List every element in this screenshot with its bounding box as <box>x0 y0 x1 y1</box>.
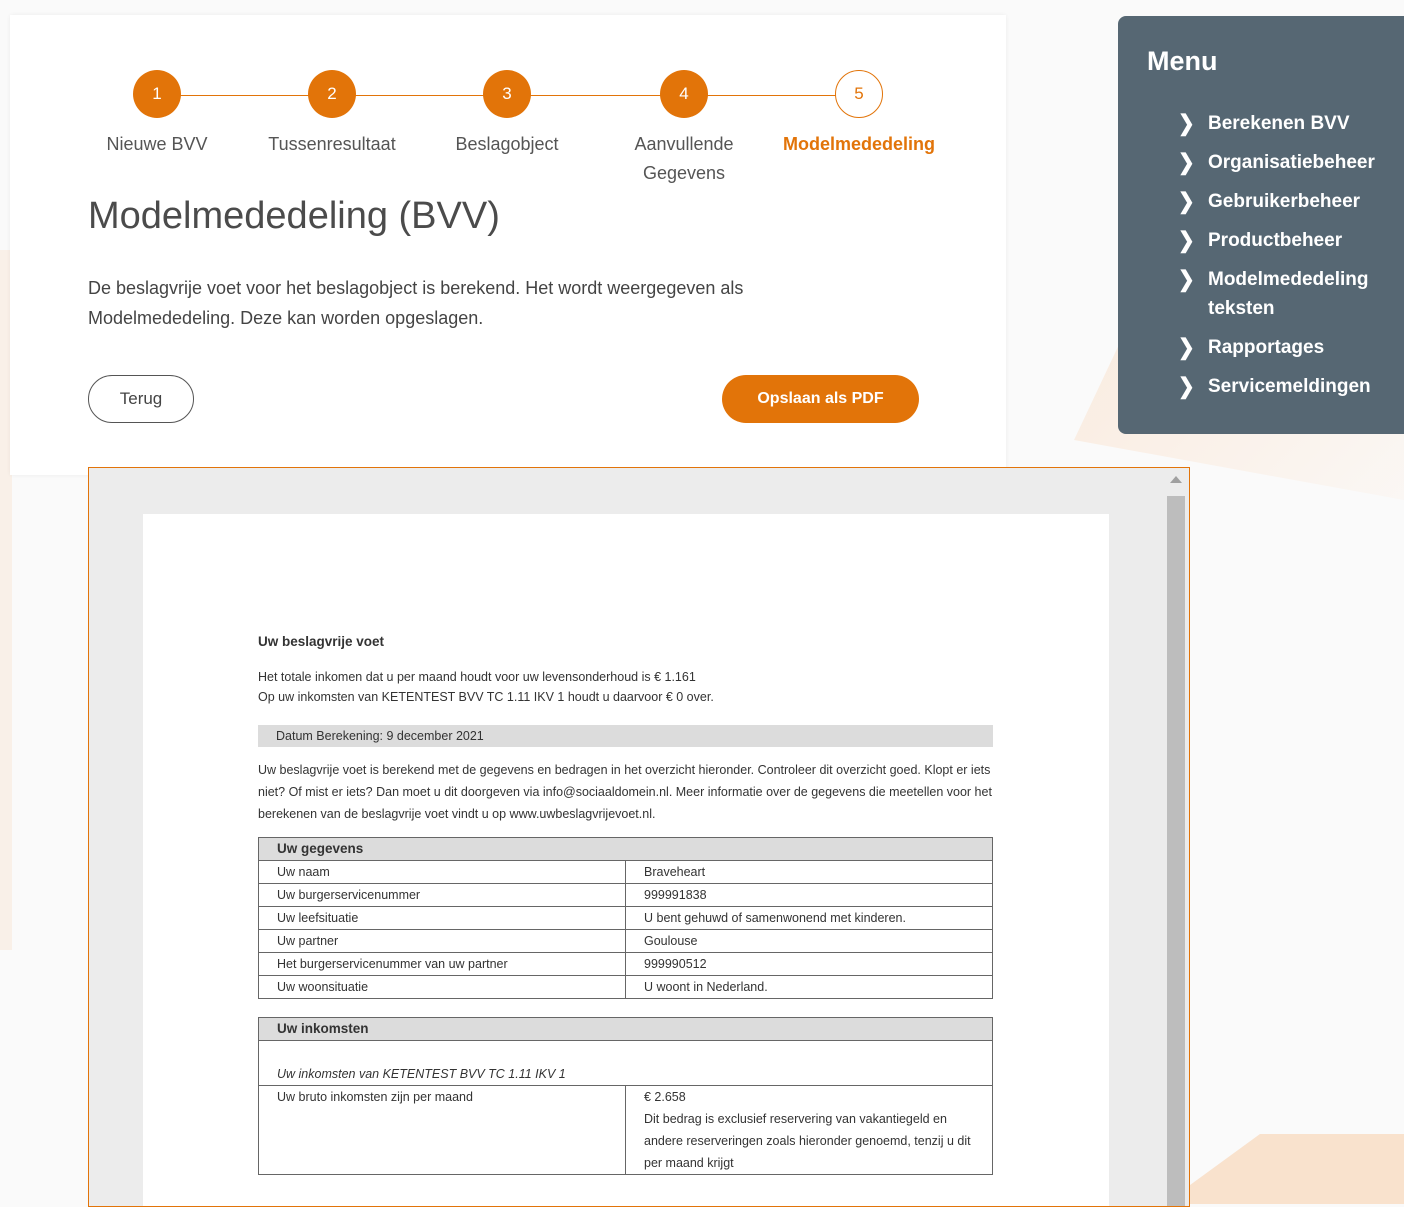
bruto-note: Dit bedrag is exclusief reservering van … <box>644 1112 971 1170</box>
scrollbar[interactable] <box>1165 468 1187 1206</box>
table-row: Uw partner Goulouse <box>258 929 993 953</box>
step-label: Nieuwe BVV <box>106 134 208 154</box>
step-number: 3 <box>483 70 531 118</box>
menu-list: ❯ Berekenen BVV ❯ Organisatiebeheer ❯ Gebru… <box>1178 109 1388 411</box>
row-value: Goulouse <box>625 929 993 953</box>
pdf-page: Uw beslagvrije voet Het totale inkomen d… <box>143 514 1109 1206</box>
page-title: Modelmededeling (BVV) <box>88 195 500 237</box>
step-2[interactable]: 2 Tussenresultaat <box>242 70 422 159</box>
menu-item-modelmededeling-teksten[interactable]: ❯ Modelmededeling teksten <box>1178 265 1388 323</box>
step-number: 2 <box>308 70 356 118</box>
step-5[interactable]: 5 Modelmededeling <box>769 70 949 159</box>
menu-item-productbeheer[interactable]: ❯ Productbeheer <box>1178 226 1388 255</box>
intro-text: De beslagvrije voet voor het beslagobjec… <box>88 278 744 328</box>
chevron-right-icon: ❯ <box>1178 228 1195 254</box>
table-row: Uw leefsituatie U bent gehuwd of samenwon… <box>258 906 993 930</box>
chevron-right-icon: ❯ <box>1178 267 1195 293</box>
step-number: 5 <box>835 70 883 118</box>
table-subheader: Uw inkomsten van KETENTEST BVV TC 1.11 I… <box>258 1040 993 1086</box>
save-pdf-button[interactable]: Opslaan als PDF <box>722 375 919 423</box>
menu-item-label: Rapportages <box>1208 337 1325 358</box>
row-value: Braveheart <box>625 860 993 884</box>
document-heading: Uw beslagvrije voet <box>258 634 385 649</box>
inkomsten-table: Uw inkomsten Uw inkomsten van KETENTEST … <box>258 1017 993 1175</box>
row-value: U woont in Nederland. <box>625 975 993 999</box>
document-remaining-line: Op uw inkomsten van KETENTEST BVV TC 1.1… <box>258 690 714 704</box>
menu-item-servicemeldingen[interactable]: ❯ Servicemeldingen <box>1178 372 1388 401</box>
step-number: 4 <box>660 70 708 118</box>
menu-item-label: Gebruikerbeheer <box>1208 191 1361 212</box>
menu-item-rapportages[interactable]: ❯ Rapportages <box>1178 333 1388 362</box>
side-menu: Menu ❯ Berekenen BVV ❯ Organisatiebeheer ❯… <box>1118 16 1404 434</box>
menu-item-label: Servicemeldingen <box>1208 376 1371 397</box>
row-label: Het burgerservicenummer van uw partner <box>258 952 626 976</box>
wizard-card: 1 Nieuwe BVV 2 Tussenresultaat 3 Beslago… <box>10 15 1006 475</box>
chevron-right-icon: ❯ <box>1178 150 1195 176</box>
step-1[interactable]: 1 Nieuwe BVV <box>67 70 247 159</box>
row-value: U bent gehuwd of samenwonend met kindere… <box>625 906 993 930</box>
table-row: Uw naam Braveheart <box>258 860 993 884</box>
document-income-line: Het totale inkomen dat u per maand houdt… <box>258 670 696 684</box>
background-decoration <box>1164 1134 1404 1204</box>
table-row: Uw burgerservicenummer 999991838 <box>258 883 993 907</box>
menu-item-label: Organisatiebeheer <box>1208 152 1375 173</box>
document-content: Uw beslagvrije voet Het totale inkomen d… <box>258 634 993 1193</box>
row-value: 999990512 <box>625 952 993 976</box>
table-header: Uw inkomsten <box>258 1017 993 1041</box>
chevron-right-icon: ❯ <box>1178 111 1195 137</box>
row-label: Uw partner <box>258 929 626 953</box>
table-row: Uw bruto inkomsten zijn per maand € 2.65… <box>258 1085 993 1175</box>
step-3[interactable]: 3 Beslagobject <box>417 70 597 159</box>
row-label: Uw burgerservicenummer <box>258 883 626 907</box>
bruto-amount: € 2.658 <box>644 1090 686 1104</box>
table-header: Uw gegevens <box>258 837 993 861</box>
back-button[interactable]: Terug <box>88 375 194 423</box>
menu-item-berekenen-bvv[interactable]: ❯ Berekenen BVV <box>1178 109 1388 138</box>
stepper: 1 Nieuwe BVV 2 Tussenresultaat 3 Beslago… <box>70 70 950 190</box>
row-value: 999991838 <box>625 883 993 907</box>
scroll-up-icon[interactable] <box>1170 476 1182 483</box>
row-label: Uw bruto inkomsten zijn per maand <box>258 1085 626 1175</box>
row-label: Uw naam <box>258 860 626 884</box>
scrollbar-thumb[interactable] <box>1167 496 1185 1206</box>
step-number: 1 <box>133 70 181 118</box>
chevron-right-icon: ❯ <box>1178 335 1195 361</box>
calculation-date: Datum Berekening: 9 december 2021 <box>258 725 993 747</box>
menu-item-label: Productbeheer <box>1208 230 1343 251</box>
step-label: Tussenresultaat <box>268 134 396 154</box>
step-4[interactable]: 4 Aanvullende Gegevens <box>624 70 744 188</box>
menu-item-gebruikerbeheer[interactable]: ❯ Gebruikerbeheer <box>1178 187 1388 216</box>
document-explanation: Uw beslagvrije voet is berekend met de g… <box>258 763 992 821</box>
pdf-viewer[interactable]: Uw beslagvrije voet Het totale inkomen d… <box>88 467 1190 1207</box>
chevron-right-icon: ❯ <box>1178 374 1195 400</box>
table-row: Uw woonsituatie U woont in Nederland. <box>258 975 993 999</box>
menu-title: Menu <box>1147 46 1218 76</box>
table-row: Het burgerservicenummer van uw partner 99… <box>258 952 993 976</box>
menu-item-label: Modelmededeling teksten <box>1208 269 1369 319</box>
row-label: Uw woonsituatie <box>258 975 626 999</box>
menu-item-organisatiebeheer[interactable]: ❯ Organisatiebeheer <box>1178 148 1388 177</box>
step-label: Beslagobject <box>455 134 559 154</box>
gegevens-table: Uw gegevens Uw naam Braveheart Uw burgers… <box>258 837 993 999</box>
chevron-right-icon: ❯ <box>1178 189 1195 215</box>
step-label: Modelmededeling <box>782 134 935 154</box>
step-label: Aanvullende Gegevens <box>634 134 734 183</box>
row-value: € 2.658 Dit bedrag is exclusief reserver… <box>625 1085 993 1175</box>
menu-item-label: Berekenen BVV <box>1208 113 1350 134</box>
row-label: Uw leefsituatie <box>258 906 626 930</box>
